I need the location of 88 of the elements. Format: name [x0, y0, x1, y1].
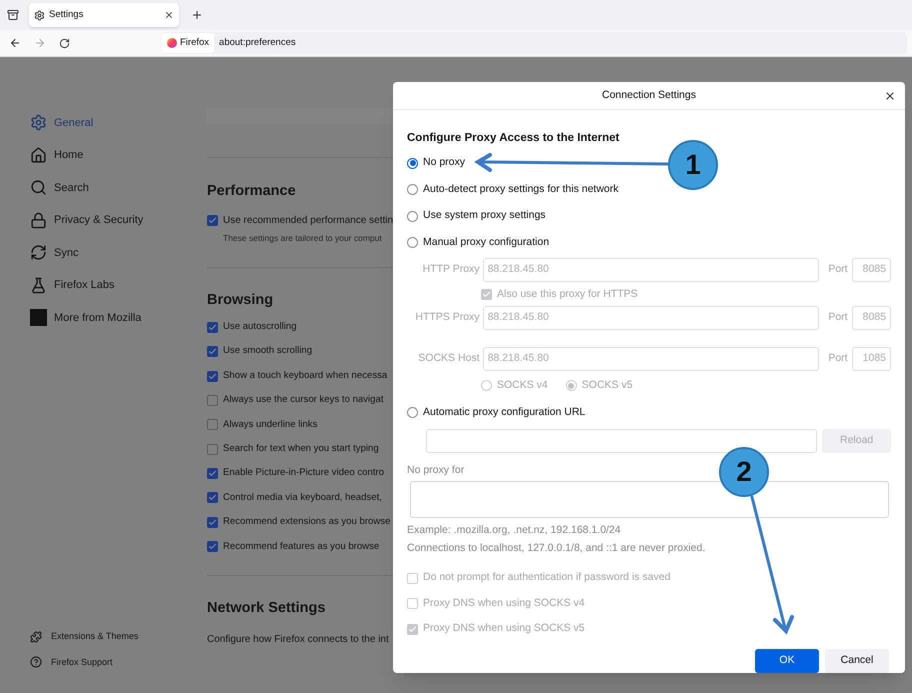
checkbox[interactable] [207, 468, 218, 480]
radio-label: SOCKS v5 [582, 378, 633, 393]
radio-label: SOCKS v4 [497, 378, 548, 393]
sync-icon [30, 244, 47, 262]
checkbox-label: Proxy DNS when using SOCKS v5 [423, 621, 585, 636]
checkbox-label: Control media via keyboard, headset, [223, 490, 382, 505]
settings-icon [30, 114, 47, 132]
tab-title: Settings [49, 8, 84, 22]
field-label: HTTPS Proxy [414, 310, 480, 325]
sidebar-item[interactable]: More from Mozilla [30, 308, 207, 328]
radio-button[interactable] [407, 407, 418, 418]
checkbox[interactable] [207, 322, 218, 333]
checkbox[interactable] [207, 214, 218, 226]
field-label: Port [827, 262, 848, 277]
url-text: about:preferences [219, 36, 296, 50]
cancel-button[interactable]: Cancel [825, 649, 889, 673]
checkbox-label: Always underline links [223, 418, 318, 432]
hint-text: Connections to localhost, 127.0.0.1/8, and ::1 are never proxied. [407, 541, 706, 556]
field-label: SOCKS Host [417, 350, 480, 366]
section-description: Configure how Firefox connects to the int [207, 632, 389, 647]
checkbox-label: Use recommended performance settin [223, 214, 394, 228]
settings-icon [34, 10, 45, 20]
sidebar-link[interactable]: Firefox Support [30, 656, 207, 669]
sidebar-link[interactable]: Extensions & Themes [30, 630, 207, 644]
new-tab-icon[interactable] [191, 9, 203, 21]
radio-label: No proxy [423, 155, 466, 170]
radio-label: Automatic proxy configuration URL [423, 404, 586, 420]
pac-url-field[interactable] [426, 428, 818, 453]
help-icon [30, 656, 42, 668]
checkbox[interactable] [207, 419, 218, 430]
close-icon[interactable] [164, 10, 174, 20]
checkbox[interactable] [207, 444, 218, 455]
hint-text: Example: .mozilla.org, .net.nz, 192.168.1.0/24 [407, 522, 622, 538]
checkbox[interactable] [207, 492, 218, 504]
radio-button[interactable] [407, 158, 418, 169]
home-icon [30, 146, 47, 164]
checkbox-label: Search for text when you start typing [223, 442, 379, 456]
lock-icon [30, 212, 47, 229]
field-label: No proxy for [407, 462, 464, 478]
checkbox-label: Use smooth scrolling [223, 344, 312, 358]
flask-icon [30, 276, 47, 294]
checkbox-label: Recommend extensions as you browse [223, 515, 390, 530]
sidebar-item[interactable]: General [30, 113, 207, 132]
sidebar-item[interactable]: Home [30, 146, 207, 165]
no-proxy-field[interactable] [410, 480, 889, 518]
radio-button[interactable] [407, 210, 418, 222]
radio-label: Manual proxy configuration [423, 234, 550, 250]
checkbox-label: Use autoscrolling [223, 320, 297, 334]
search-icon [30, 179, 47, 196]
section-heading: Browsing [207, 290, 274, 310]
setting-note: These settings are tailored to your comput [223, 232, 383, 244]
browser-tab[interactable]: Settings [29, 3, 179, 27]
checkbox-label: Always use the cursor keys to navigat [223, 393, 384, 408]
radio-label: Use system proxy settings [423, 208, 546, 224]
field-label: Port [827, 310, 848, 325]
checkbox-label: Proxy DNS when using SOCKS v4 [423, 596, 585, 611]
checkbox-label: Do not prompt for authentication if password is saved [423, 570, 670, 586]
checkbox-label: Enable Picture-in-Picture video contro [223, 466, 384, 480]
puzzle-icon [30, 630, 42, 643]
dialog-heading: Configure Proxy Access to the Internet [407, 131, 620, 146]
sidebar-item[interactable]: Sync [30, 243, 207, 262]
checkbox[interactable] [207, 346, 218, 358]
sidebar-item[interactable]: Firefox Labs [30, 276, 207, 295]
section-heading: Network Settings [207, 598, 326, 618]
checkbox[interactable] [207, 541, 218, 552]
forward-icon[interactable] [34, 37, 46, 49]
checkbox-label: Show a touch keyboard when necessa [223, 368, 388, 383]
identity-badge[interactable]: Firefox [162, 33, 214, 53]
ok-button[interactable]: OK [755, 649, 819, 673]
checkbox[interactable] [207, 394, 218, 406]
browser-logo-icon [167, 38, 177, 48]
checkbox[interactable] [207, 516, 218, 528]
checkbox-label: Recommend features as you browse [223, 540, 380, 554]
radio-button[interactable] [407, 237, 418, 248]
radio-label: Auto-detect proxy settings for this network [423, 182, 619, 197]
radio-button[interactable] [407, 184, 418, 196]
reload-icon[interactable] [59, 38, 70, 48]
sidebar-item[interactable]: Search [30, 178, 207, 198]
back-icon[interactable] [9, 37, 21, 49]
field-label: Port [827, 350, 848, 366]
section-heading: Performance [207, 182, 296, 201]
checkbox[interactable] [207, 370, 218, 382]
close-icon[interactable] [884, 90, 896, 102]
field-label: HTTP Proxy [422, 262, 480, 277]
checkbox-label: Also use this proxy for HTTPS [497, 286, 638, 302]
dialog-title: Connection Settings [602, 88, 696, 103]
address-bar[interactable]: Firefox about:preferences [162, 32, 907, 54]
sidebar-item[interactable]: Privacy & Security [30, 210, 207, 230]
